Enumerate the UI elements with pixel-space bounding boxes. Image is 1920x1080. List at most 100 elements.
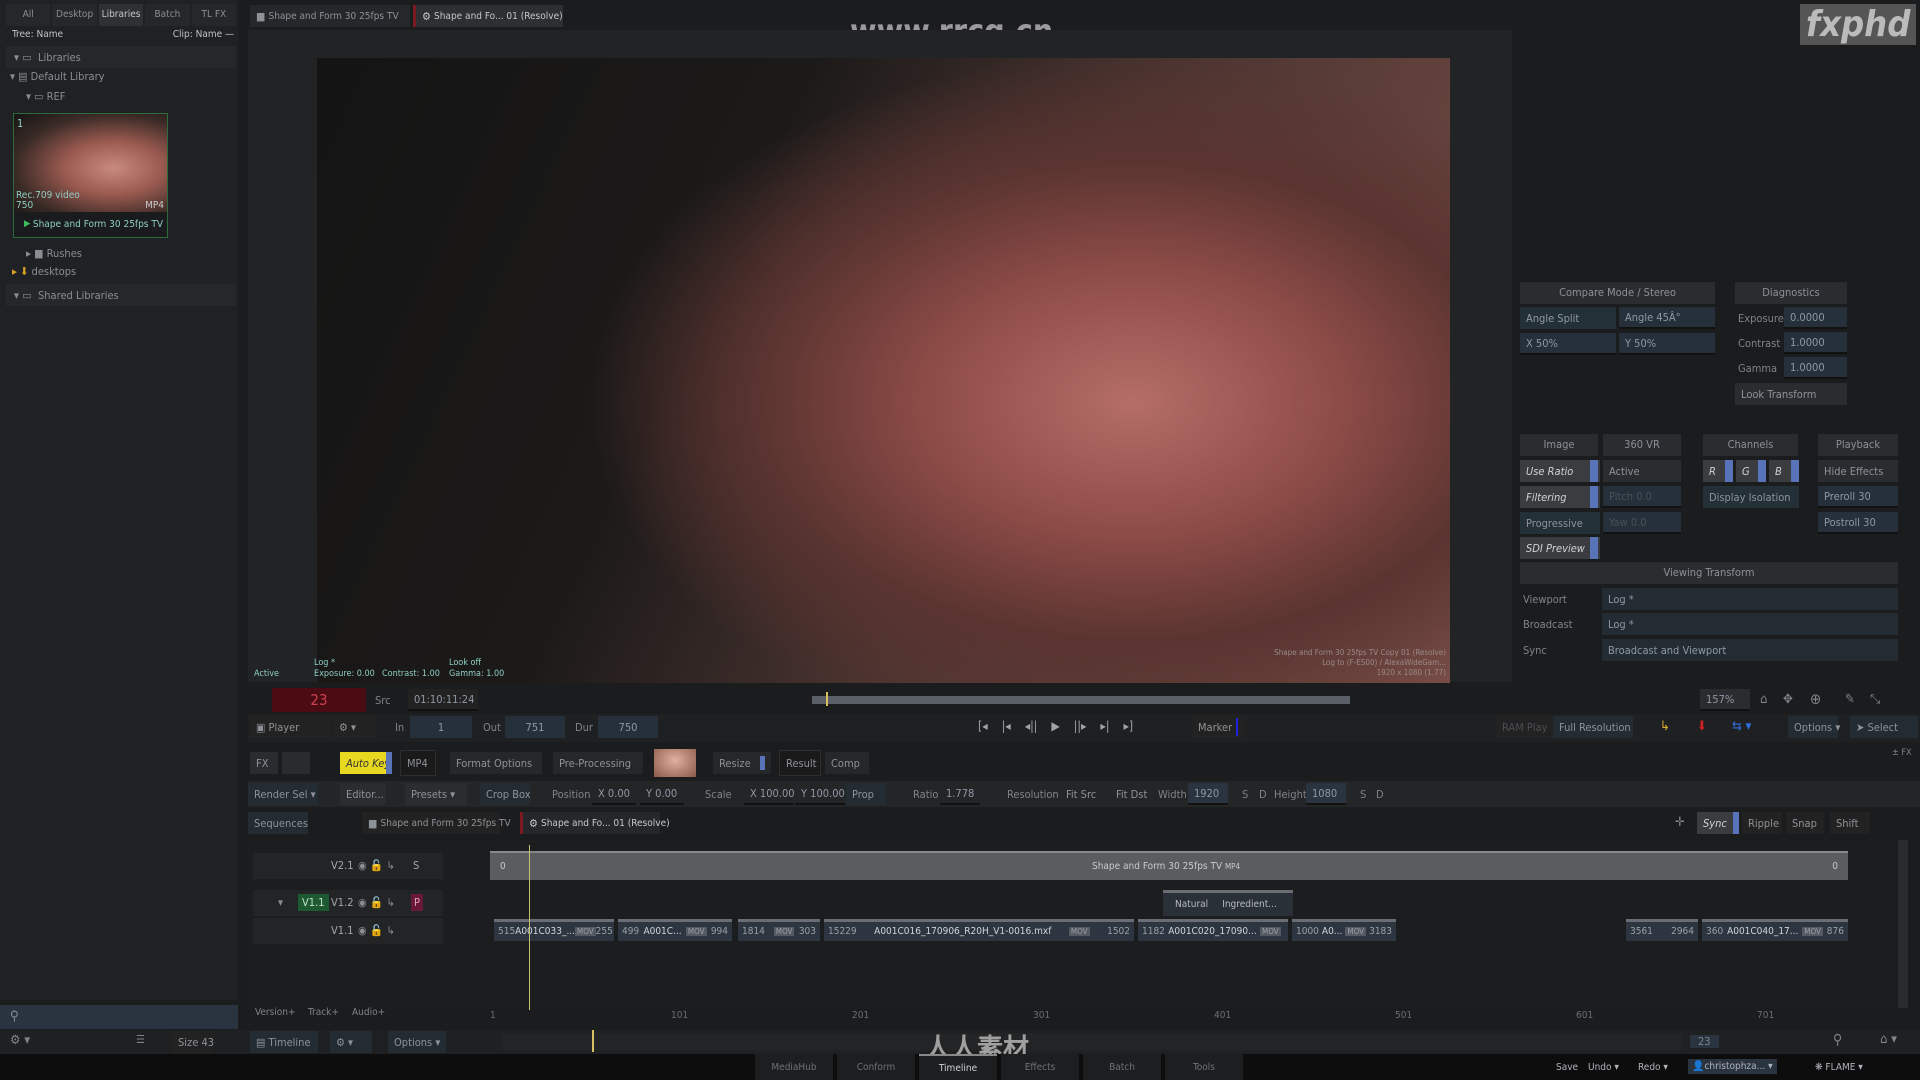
playhead-marker[interactable] xyxy=(826,692,828,706)
out-field[interactable]: 751 xyxy=(505,716,565,738)
sequences-button[interactable]: Sequences xyxy=(248,812,308,834)
timecode-field[interactable]: 01:10:11:24 xyxy=(408,689,478,711)
track-controls-icons[interactable]: ◉ 🔓 ↳ xyxy=(358,859,395,872)
scale-x-field[interactable]: X 100.00 xyxy=(744,783,795,805)
ripple-toggle[interactable]: Ripple xyxy=(1742,812,1782,834)
footer-tab-timeline[interactable]: Timeline xyxy=(919,1054,997,1080)
tree-sort[interactable]: Tree: Name xyxy=(12,29,63,40)
fx-node-format-options[interactable]: Format Options xyxy=(450,752,542,774)
fx-node-comp[interactable]: Comp xyxy=(825,752,869,774)
track-controls-icons[interactable]: ◉ 🔓 ↳ xyxy=(358,896,395,909)
proportional-toggle[interactable]: Prop xyxy=(846,783,886,805)
tab-tl-fx[interactable]: TL FX xyxy=(191,4,237,26)
track-flag[interactable]: P xyxy=(411,894,423,911)
footer-tab-effects[interactable]: Effects xyxy=(1001,1054,1079,1080)
select-tool[interactable]: ➤ Select xyxy=(1850,716,1918,738)
tree-row-libraries[interactable]: ▾ ▭ Libraries xyxy=(6,46,236,68)
v2-clip[interactable]: 0 Shape and Form 30 25fps TV MP4 0 xyxy=(490,851,1848,880)
eyedropper-icon[interactable]: ✎ xyxy=(1845,692,1855,707)
home-icon[interactable]: ⌂ ▾ xyxy=(1880,1032,1897,1047)
ratio-field[interactable]: 1.778 xyxy=(940,783,980,805)
fx-node-mp4[interactable]: MP4 xyxy=(400,750,436,776)
sync-transform-field[interactable]: Broadcast and Viewport xyxy=(1602,639,1898,661)
tab-libraries[interactable]: Libraries xyxy=(98,4,144,26)
tree-row-desktops[interactable]: ▸ ⬇ desktops xyxy=(12,265,76,278)
viewer-area[interactable]: Active Log * Exposure: 0.00 Contrast: 1.… xyxy=(248,30,1512,683)
scrubber-bar[interactable] xyxy=(812,696,1350,704)
fx-button[interactable]: FX xyxy=(250,752,278,774)
fx-node-result[interactable]: Result xyxy=(779,750,821,776)
timeline-clip[interactable]: 515 A001C033_... MOV 255 xyxy=(494,919,614,941)
height-d-button[interactable]: D xyxy=(1376,788,1384,801)
viewer-tab-sequence[interactable]: ■ Shape and Form 30 25fps TV xyxy=(250,5,410,27)
timeline-clip[interactable]: 499 A001C... MOV 994 xyxy=(618,919,732,941)
auto-key-toggle[interactable]: Auto Key xyxy=(340,752,390,774)
insert-icon[interactable]: ↳ xyxy=(1660,719,1670,734)
use-ratio-toggle[interactable]: Use Ratio xyxy=(1520,460,1600,482)
zoom-search-icon[interactable]: ⚲ xyxy=(1833,1032,1842,1048)
zoom-field[interactable]: 157% xyxy=(1700,689,1750,711)
contrast-field[interactable]: 1.0000 xyxy=(1784,332,1847,354)
fit-icon[interactable]: ✥ xyxy=(1783,692,1793,707)
collapse-icon[interactable]: ▾ xyxy=(278,896,283,909)
fit-src-button[interactable]: Fit Src xyxy=(1060,783,1100,805)
footer-tab-tools[interactable]: Tools xyxy=(1165,1054,1243,1080)
track-header-v1-2[interactable]: ▾ V1.1 V1.2 ◉ 🔓 ↳ P xyxy=(253,890,443,916)
size-field[interactable]: Size 43 xyxy=(172,1031,214,1053)
app-logo[interactable]: ❋ FLAME ▾ xyxy=(1815,1062,1863,1073)
dur-field[interactable]: 750 xyxy=(598,716,658,738)
prev-edit-icon[interactable]: |◂ xyxy=(1002,719,1011,733)
track-header-v1-1[interactable]: V1.1 ◉ 🔓 ↳ xyxy=(253,918,443,944)
width-s-button[interactable]: S xyxy=(1242,788,1248,801)
timeline-clip[interactable]: 1814 MOV 303 xyxy=(738,919,820,941)
viewer-tab-resolve[interactable]: ⚙ Shape and Fo... 01 (Resolve) xyxy=(413,5,563,27)
scale-y-field[interactable]: Y 100.00 xyxy=(795,783,845,805)
viewer-image[interactable] xyxy=(317,58,1450,683)
next-edit-icon[interactable]: ▸| xyxy=(1100,719,1109,733)
full-resolution-button[interactable]: Full Resolution xyxy=(1553,716,1633,738)
gamma-field[interactable]: 1.0000 xyxy=(1784,357,1847,379)
redo-button[interactable]: Redo ▾ xyxy=(1638,1062,1668,1073)
vertical-scrollbar[interactable] xyxy=(1898,840,1908,1008)
tab-batch[interactable]: Batch xyxy=(145,4,190,26)
vr-active-toggle[interactable]: Active xyxy=(1603,460,1681,482)
track-flag[interactable]: S xyxy=(413,859,419,872)
replace-icon[interactable]: ⇆ ▾ xyxy=(1732,719,1751,734)
step-back-icon[interactable]: ◂|| xyxy=(1025,719,1038,733)
track-add-button[interactable]: Track+ xyxy=(308,1007,339,1018)
fx-node-thumbnail[interactable] xyxy=(654,749,696,777)
timeline-clip[interactable]: 1000 A0... MOV 3183 xyxy=(1292,919,1396,941)
user-menu[interactable]: 👤christophza... ▾ xyxy=(1688,1059,1777,1074)
tree-row-ref[interactable]: ▾ ▭ REF xyxy=(26,90,65,103)
shift-toggle[interactable]: Shift xyxy=(1830,812,1870,834)
ram-play-button[interactable]: RAM Play xyxy=(1496,716,1554,738)
pitch-field[interactable]: Pitch 0.0 xyxy=(1603,486,1681,508)
width-d-button[interactable]: D xyxy=(1259,788,1267,801)
fx-node-pre-processing[interactable]: Pre-Processing xyxy=(553,752,643,774)
frame-counter[interactable]: 23 xyxy=(272,688,366,712)
height-field[interactable]: 1080 xyxy=(1306,783,1346,805)
move-tool-icon[interactable]: ✛ xyxy=(1675,815,1685,830)
editor-button[interactable]: Editor... xyxy=(340,783,386,805)
fit-dst-button[interactable]: Fit Dst xyxy=(1110,783,1150,805)
look-transform-button[interactable]: Look Transform xyxy=(1735,383,1847,405)
tree-row-shared-libraries[interactable]: ▾ ▭ Shared Libraries xyxy=(6,284,236,306)
filtering-toggle[interactable]: Filtering xyxy=(1520,486,1600,508)
tab-desktop[interactable]: Desktop xyxy=(52,4,97,26)
snap-toggle[interactable]: Snap xyxy=(1786,812,1824,834)
timeline-button[interactable]: ▤ Timeline xyxy=(250,1031,318,1053)
track-header-v2-1[interactable]: V2.1 ◉ 🔓 ↳ S xyxy=(253,853,443,879)
angle-field[interactable]: Angle 45Â° xyxy=(1619,307,1715,329)
transition[interactable]: Natural Ingredient... xyxy=(1163,890,1293,916)
options-dropdown[interactable]: Options ▾ xyxy=(1788,716,1840,738)
timeline-options-dropdown[interactable]: Options ▾ xyxy=(388,1031,446,1053)
save-button[interactable]: Save xyxy=(1556,1062,1578,1073)
hide-effects-toggle[interactable]: Hide Effects xyxy=(1818,460,1898,482)
marker-button[interactable]: Marker xyxy=(1192,716,1244,738)
position-y-field[interactable]: Y 0.00 xyxy=(640,783,684,805)
clip-thumbnail[interactable]: 1 Rec.709 video 750 MP4 ▶ Shape and Form… xyxy=(13,113,168,238)
x-split-field[interactable]: X 50% xyxy=(1520,333,1616,355)
in-field[interactable]: 1 xyxy=(410,716,472,738)
fx-expand-button[interactable]: ± FX xyxy=(1892,748,1912,758)
position-x-field[interactable]: X 0.00 xyxy=(592,783,636,805)
